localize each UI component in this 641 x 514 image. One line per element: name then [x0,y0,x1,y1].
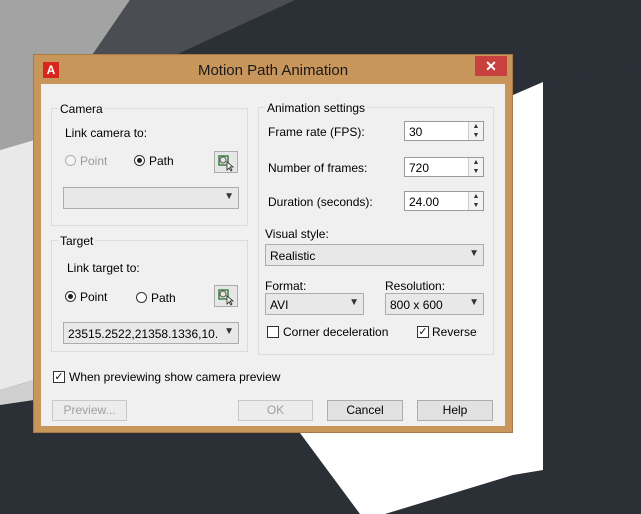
pick-point-icon [218,289,235,306]
animation-settings-label: Animation settings [265,101,368,115]
camera-path-dropdown[interactable]: ▼ [63,187,239,209]
corner-deceleration-label: Corner deceleration [283,325,389,339]
ok-button[interactable]: OK [238,400,313,421]
duration-label: Duration (seconds): [268,195,373,209]
spin-down-icon[interactable]: ▼ [469,167,483,176]
number-of-frames-value: 720 [409,161,430,175]
target-path-label: Path [151,291,176,305]
preview-button[interactable]: Preview... [52,400,127,421]
link-target-label: Link target to: [67,261,140,275]
spin-down-icon[interactable]: ▼ [469,131,483,140]
target-point-value: 23515.2522,21358.1336,10... [68,327,218,341]
spin-down-icon[interactable]: ▼ [469,201,483,210]
title-bar[interactable]: A Motion Path Animation ✕ [34,55,512,83]
dialog-body: Camera Link camera to: Point Path ▼ Targ… [41,84,505,426]
format-dropdown[interactable]: AVI ▼ [265,293,364,315]
help-button[interactable]: Help [417,400,493,421]
cancel-button[interactable]: Cancel [327,400,403,421]
chevron-down-icon: ▼ [469,248,479,259]
camera-point-radio[interactable] [65,155,76,166]
resolution-value: 800 x 600 [390,298,443,312]
reverse-checkbox[interactable]: ✓ [417,326,429,338]
chevron-down-icon: ▼ [224,191,234,202]
duration-spinner[interactable]: 24.00 ▲ ▼ [404,191,484,211]
camera-point-label: Point [80,154,108,168]
number-of-frames-label: Number of frames: [268,161,368,175]
chevron-down-icon: ▼ [469,297,479,308]
duration-value: 24.00 [409,195,440,209]
dialog-title: Motion Path Animation [197,62,349,79]
frame-rate-spinner[interactable]: 30 ▲ ▼ [404,121,484,141]
target-select-point-button[interactable] [214,285,238,307]
frame-rate-label: Frame rate (FPS): [268,125,365,139]
reverse-label: Reverse [432,325,477,339]
motion-path-animation-dialog: A Motion Path Animation ✕ Camera Link ca… [33,54,513,433]
target-group-label: Target [58,234,96,248]
chevron-down-icon: ▼ [349,297,359,308]
frame-rate-value: 30 [409,125,423,139]
corner-deceleration-checkbox[interactable] [267,326,279,338]
format-value: AVI [270,298,289,312]
target-path-radio[interactable] [136,292,147,303]
camera-group-label: Camera [58,102,105,116]
camera-path-radio[interactable] [134,155,145,166]
visual-style-dropdown[interactable]: Realistic ▼ [265,244,484,266]
visual-style-value: Realistic [270,249,316,263]
pick-object-icon [218,155,235,172]
target-point-label: Point [80,290,108,304]
visual-style-label: Visual style: [265,227,329,241]
close-button[interactable]: ✕ [475,56,507,76]
camera-select-path-button[interactable] [214,151,238,173]
target-point-radio[interactable] [65,291,76,302]
format-label: Format: [265,279,307,293]
number-of-frames-spinner[interactable]: 720 ▲ ▼ [404,157,484,177]
resolution-dropdown[interactable]: 800 x 600 ▼ [385,293,484,315]
resolution-label: Resolution: [385,279,446,293]
show-camera-preview-label: When previewing show camera preview [69,370,281,384]
chevron-down-icon: ▼ [224,326,234,337]
link-camera-label: Link camera to: [65,126,148,140]
camera-path-label: Path [149,154,174,168]
show-camera-preview-checkbox[interactable]: ✓ [53,371,65,383]
target-point-dropdown[interactable]: 23515.2522,21358.1336,10... ▼ [63,322,239,344]
